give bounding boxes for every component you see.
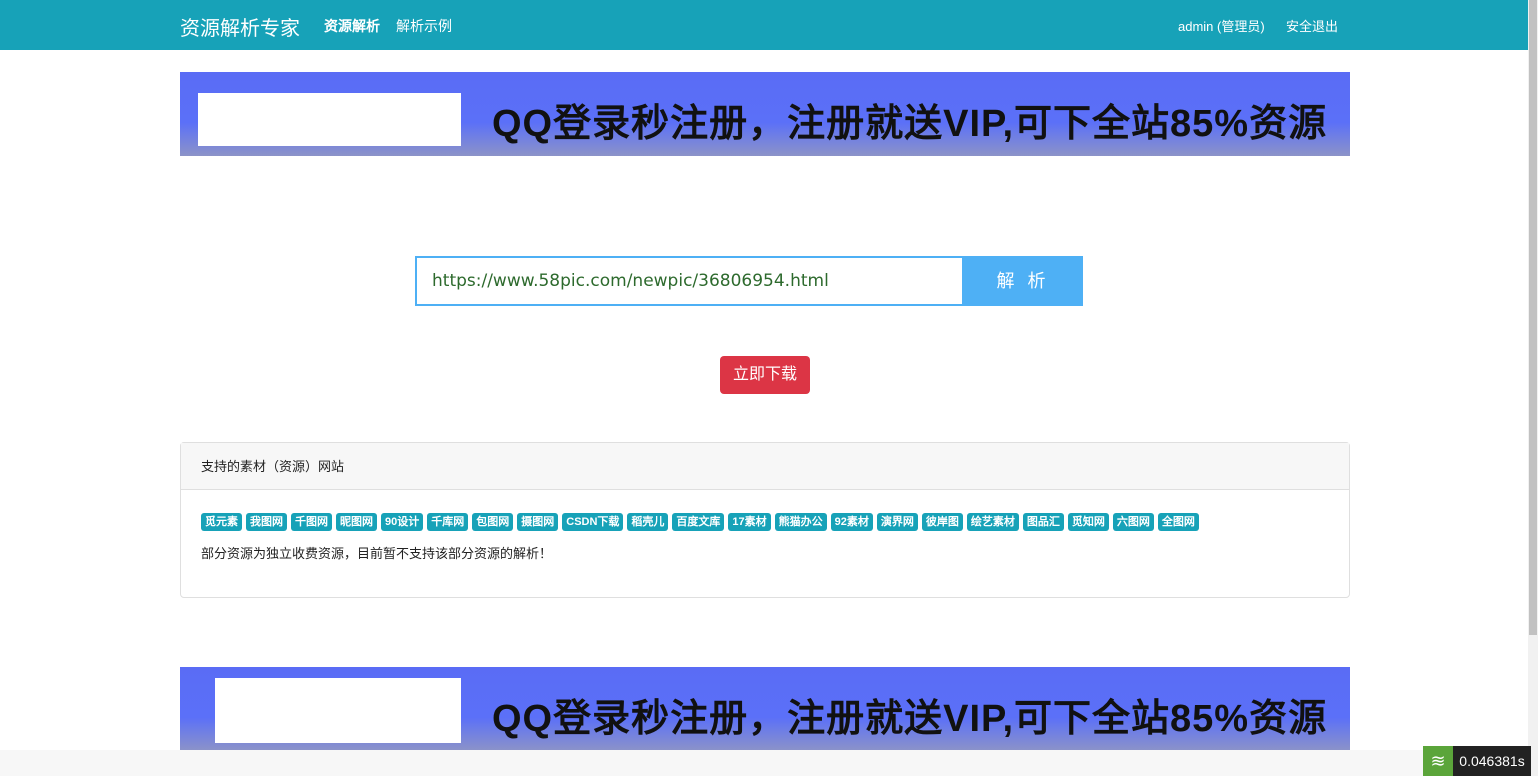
supported-sites-card: 支持的素材（资源）网站 觅元素 我图网 千图网 昵图网 90设计 千库网 包图网 摄图网 CSD… [180, 442, 1350, 598]
site-tag: 我图网 [246, 513, 287, 531]
site-tag: 千图网 [291, 513, 332, 531]
logout-link[interactable]: 安全退出 [1286, 16, 1338, 35]
site-tag: 百度文库 [672, 513, 725, 531]
card-title: 支持的素材（资源）网站 [181, 443, 1349, 490]
site-tag: 熊猫办公 [774, 513, 827, 531]
site-tags: 觅元素 我图网 千图网 昵图网 90设计 千库网 包图网 摄图网 CSDN下载 稻壳儿 百度文库 17… [201, 513, 1199, 531]
nav-examples[interactable]: 解析示例 [396, 16, 452, 36]
download-button[interactable]: 立即下载 [720, 356, 810, 394]
site-tag: CSDN下载 [562, 513, 624, 531]
speed-logo-icon: ≋ [1423, 746, 1453, 776]
scrollbar-thumb[interactable] [1529, 0, 1537, 635]
load-timer: 0.046381s [1453, 746, 1531, 776]
site-tag: 觅元素 [201, 513, 242, 531]
site-tag: 觅知网 [1067, 513, 1109, 531]
site-tag: 摄图网 [517, 513, 559, 531]
site-tag: 90设计 [381, 513, 424, 531]
ad-banner-bottom[interactable]: QQ登录秒注册，注册就送VIP,可下全站85%资源 [180, 667, 1350, 751]
footer [0, 750, 1528, 776]
url-input[interactable]: https://www.58pic.com/newpic/36806954.ht… [415, 256, 964, 306]
scrollbar[interactable] [1528, 0, 1538, 776]
parse-button[interactable]: 解 析 [963, 256, 1083, 306]
site-tag: 演界网 [876, 513, 918, 531]
nav-resource-parse[interactable]: 资源解析 [324, 16, 380, 36]
site-tag: 彼岸图 [921, 513, 963, 531]
banner-logo-area [215, 678, 461, 743]
top-navbar: 资源解析专家 资源解析 解析示例 admin (管理员) 安全退出 [0, 0, 1528, 50]
site-tag: 六图网 [1112, 513, 1154, 531]
site-tag: 稻壳儿 [627, 513, 669, 531]
site-tag: 包图网 [472, 513, 514, 531]
brand[interactable]: 资源解析专家 [180, 12, 300, 41]
site-tag: 17素材 [728, 513, 771, 531]
card-note: 部分资源为独立收费资源，目前暂不支持该部分资源的解析！ [201, 546, 553, 561]
site-tag: 绘艺素材 [966, 513, 1019, 531]
site-tag: 全图网 [1157, 513, 1199, 531]
site-tag: 千库网 [427, 513, 469, 531]
site-tag: 昵图网 [336, 513, 377, 531]
ad-banner-top[interactable]: QQ登录秒注册，注册就送VIP,可下全站85%资源 [180, 72, 1350, 156]
banner-text: QQ登录秒注册，注册就送VIP,可下全站85%资源 [492, 698, 1328, 740]
user-link[interactable]: admin (管理员) [1178, 16, 1265, 35]
banner-text: QQ登录秒注册，注册就送VIP,可下全站85%资源 [492, 103, 1328, 145]
site-tag: 图品汇 [1022, 513, 1064, 531]
banner-logo-area [198, 93, 461, 146]
site-tag: 92素材 [830, 513, 873, 531]
